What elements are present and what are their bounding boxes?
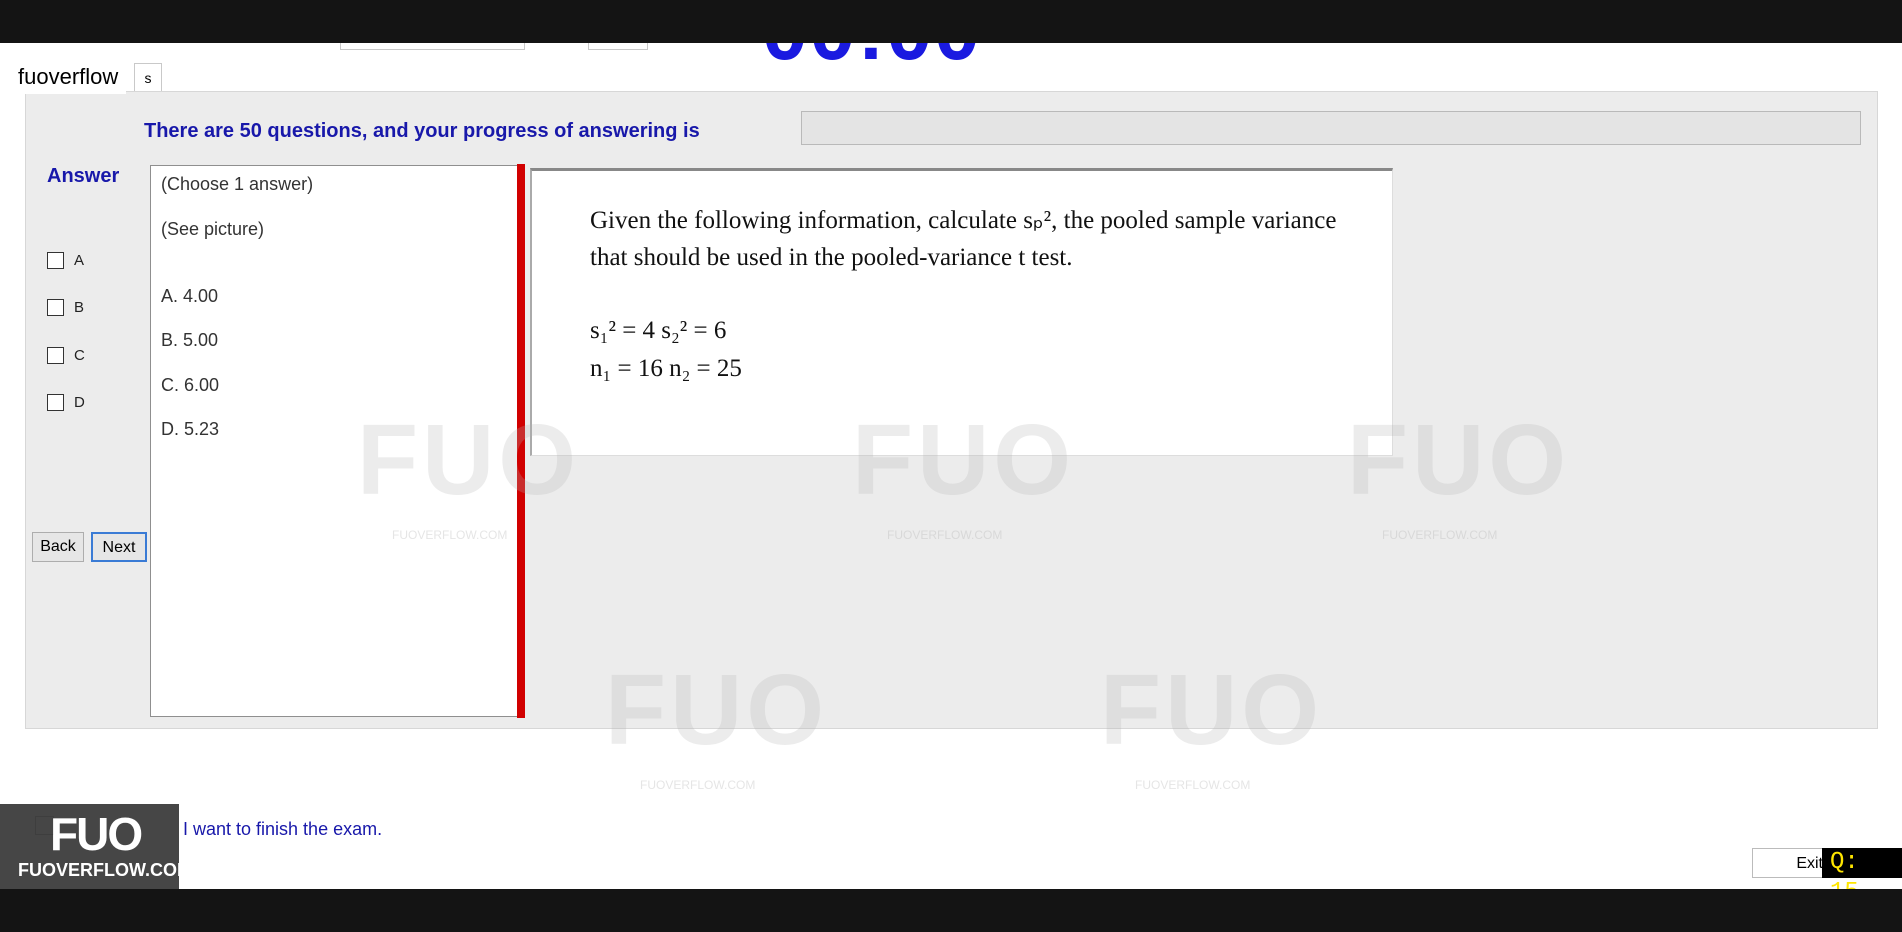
back-button[interactable]: Back (32, 532, 84, 562)
option-d: D. 5.23 (161, 419, 220, 439)
answer-title: Answer (47, 165, 120, 187)
choice-b-label: B (74, 299, 85, 316)
formula-line-1: s₁² = 4 s₂² = 6 (590, 317, 727, 344)
question-note: (See picture) (161, 219, 265, 239)
option-a: A. 4.00 (161, 286, 219, 306)
watermark-site: FUOVERFLOW.COM (1135, 778, 1251, 792)
exam-timer: 00:00 (762, 43, 982, 79)
choice-b[interactable]: B (47, 299, 84, 316)
fuoverflow-logo: FUO FUOVERFLOW.COM (0, 804, 192, 889)
choice-a-checkbox[interactable] (47, 252, 64, 269)
tab-questions[interactable]: s (134, 63, 162, 92)
choice-c-label: C (74, 347, 85, 364)
next-button[interactable]: Next (91, 532, 147, 562)
logo-mark: FUO (50, 808, 143, 860)
choice-a[interactable]: A (47, 252, 84, 269)
question-text-box: (Choose 1 answer) (See picture) A. 4.00 … (150, 165, 518, 717)
choice-d-checkbox[interactable] (47, 394, 64, 411)
question-image-text: Given the following information, calcula… (590, 207, 1337, 271)
choice-c-checkbox[interactable] (47, 347, 64, 364)
brand-label: fuoverflow (0, 60, 127, 94)
progress-label: There are 50 questions, and your progres… (144, 120, 700, 142)
top-dropdown[interactable] (340, 43, 525, 50)
progress-bar (801, 111, 1861, 145)
finish-exam-label: I want to finish the exam. (183, 819, 383, 839)
option-c: C. 6.00 (161, 375, 220, 395)
exit-button[interactable]: Exit (1752, 848, 1828, 878)
exam-panel: There are 50 questions, and your progres… (25, 91, 1878, 729)
formula-line-2: n₁ = 16 n₂ = 25 (590, 355, 742, 382)
answer-column: Answer (47, 165, 119, 188)
choice-d-label: D (74, 394, 85, 411)
choice-a-label: A (74, 252, 85, 269)
choice-c[interactable]: C (47, 347, 85, 364)
option-b: B. 5.00 (161, 330, 219, 350)
top-small-field[interactable] (588, 43, 648, 50)
question-instruction: (Choose 1 answer) (161, 174, 314, 194)
logo-text: FUOVERFLOW.COM (18, 860, 192, 880)
choice-d[interactable]: D (47, 394, 85, 411)
question-number-badge: Q: 15 (1822, 848, 1902, 889)
question-image: Given the following information, calcula… (530, 168, 1393, 456)
exam-screen: 00:00 fuoverflow s There are 50 question… (0, 43, 1902, 889)
watermark-site: FUOVERFLOW.COM (640, 778, 756, 792)
choice-b-checkbox[interactable] (47, 299, 64, 316)
splitter-bar[interactable] (517, 164, 525, 718)
